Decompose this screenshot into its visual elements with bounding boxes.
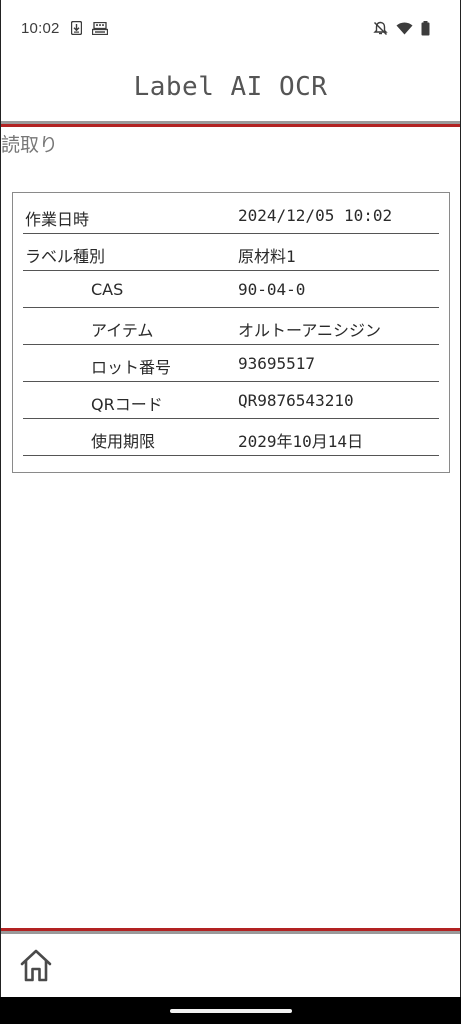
app-title: Label AI OCR — [133, 72, 328, 102]
row-label: ロット番号 — [91, 358, 172, 377]
home-button[interactable] — [18, 947, 54, 983]
keyboard-status-icon — [92, 21, 108, 35]
home-icon — [20, 949, 52, 982]
status-left-icons — [71, 21, 108, 35]
row-label: 使用期限 — [91, 432, 156, 451]
table-row: ラベル種別 原材料1 — [23, 234, 439, 271]
mute-icon — [373, 21, 388, 36]
section-title: 読取り — [1, 134, 59, 156]
gesture-navigation-bar[interactable] — [170, 1009, 292, 1013]
row-value: 2024/12/05 10:02 — [238, 206, 393, 225]
row-label: QRコード — [91, 395, 163, 414]
table-row: 使用期限 2029年10月14日 — [23, 419, 439, 456]
wifi-icon — [396, 22, 413, 35]
table-row: 作業日時 2024/12/05 10:02 — [23, 197, 439, 234]
row-value: 原材料1 — [238, 247, 296, 266]
battery-icon — [421, 21, 430, 36]
download-status-icon — [71, 21, 82, 35]
app-screen: 10:02 Label AI OCR 読取り 作業日時 2024/12/05 1… — [0, 0, 461, 997]
row-value: QR9876543210 — [238, 391, 354, 410]
table-row: ロット番号 93695517 — [23, 345, 439, 382]
row-value: 2029年10月14日 — [238, 432, 364, 451]
row-label: ラベル種別 — [25, 247, 106, 266]
footer-divider — [1, 931, 460, 934]
header-accent-divider — [1, 124, 460, 127]
row-label: アイテム — [91, 321, 154, 340]
row-label: CAS — [91, 280, 124, 299]
row-value: 93695517 — [238, 354, 316, 373]
row-label: 作業日時 — [25, 210, 90, 229]
status-time: 10:02 — [21, 20, 60, 37]
table-row: アイテム オルトーアニシジン — [23, 308, 439, 345]
ocr-result-table: 作業日時 2024/12/05 10:02 ラベル種別 原材料1 CAS 90-… — [12, 192, 450, 473]
status-bar: 10:02 — [1, 0, 460, 58]
table-row: CAS 90-04-0 — [23, 271, 439, 308]
table-row: QRコード QR9876543210 — [23, 382, 439, 419]
row-value: オルトーアニシジン — [238, 321, 382, 340]
app-header: Label AI OCR — [1, 58, 460, 122]
status-right-icons — [373, 21, 430, 36]
row-value: 90-04-0 — [238, 280, 306, 299]
